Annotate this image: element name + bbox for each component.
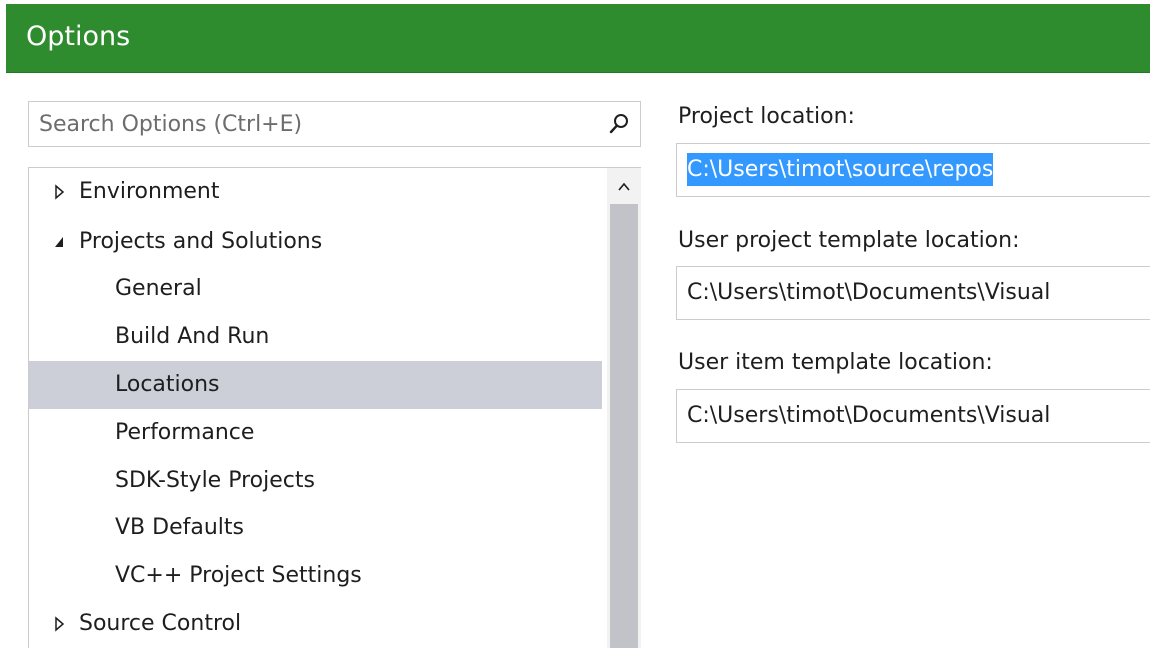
options-dialog: Options Environment Projects and Solutio <box>0 0 1150 648</box>
collapse-arrow-icon[interactable] <box>52 218 68 266</box>
tree-item-label: Projects and Solutions <box>79 229 323 254</box>
user-item-template-field[interactable]: C:\Users\timot\Documents\Visual <box>676 389 1150 443</box>
tree-item-locations[interactable]: Locations <box>29 361 602 409</box>
search-icon[interactable] <box>606 111 632 137</box>
tree-item-sdk-style-projects[interactable]: SDK-Style Projects <box>29 457 602 505</box>
title-bar: Options <box>6 4 1150 73</box>
tree-item-label: VC++ Project Settings <box>115 563 362 588</box>
user-project-template-label: User project template location: <box>678 228 1020 253</box>
search-box[interactable] <box>28 101 641 147</box>
tree-item-label: General <box>115 276 202 301</box>
tree-scrollbar[interactable] <box>607 168 641 648</box>
tree-item-label: Locations <box>115 372 220 397</box>
project-location-value: C:\Users\timot\source\repos <box>687 153 994 186</box>
search-input[interactable] <box>39 102 599 146</box>
scroll-up-arrow-icon[interactable] <box>607 168 641 204</box>
tree-item-label: Performance <box>115 420 255 445</box>
tree-item-general[interactable]: General <box>29 265 602 313</box>
tree-item-vb-defaults[interactable]: VB Defaults <box>29 504 602 552</box>
tree-item-label: Environment <box>79 179 220 204</box>
tree-item-label: Source Control <box>79 611 242 636</box>
options-tree: Environment Projects and Solutions Gener… <box>28 167 641 648</box>
project-location-label: Project location: <box>678 104 855 129</box>
scrollbar-thumb[interactable] <box>610 204 638 648</box>
tree-item-environment[interactable]: Environment <box>29 168 602 216</box>
tree-item-source-control[interactable]: Source Control <box>29 600 602 648</box>
tree-item-vc-project-settings[interactable]: VC++ Project Settings <box>29 552 602 600</box>
window-title: Options <box>26 21 131 52</box>
expand-arrow-icon[interactable] <box>52 168 68 216</box>
user-project-template-field[interactable]: C:\Users\timot\Documents\Visual <box>676 266 1150 320</box>
expand-arrow-icon[interactable] <box>52 600 68 648</box>
tree-item-label: Build And Run <box>115 324 270 349</box>
tree-item-label: SDK-Style Projects <box>115 468 315 493</box>
tree-item-projects-and-solutions[interactable]: Projects and Solutions <box>29 218 602 266</box>
tree-item-label: VB Defaults <box>115 515 244 540</box>
project-location-field[interactable]: C:\Users\timot\source\repos <box>676 143 1150 197</box>
navigation-pane: Environment Projects and Solutions Gener… <box>6 73 641 648</box>
tree-item-performance[interactable]: Performance <box>29 409 602 457</box>
user-item-template-label: User item template location: <box>678 350 993 375</box>
settings-pane: Project location: C:\Users\timot\source\… <box>638 73 1150 648</box>
tree-item-build-and-run[interactable]: Build And Run <box>29 313 602 361</box>
